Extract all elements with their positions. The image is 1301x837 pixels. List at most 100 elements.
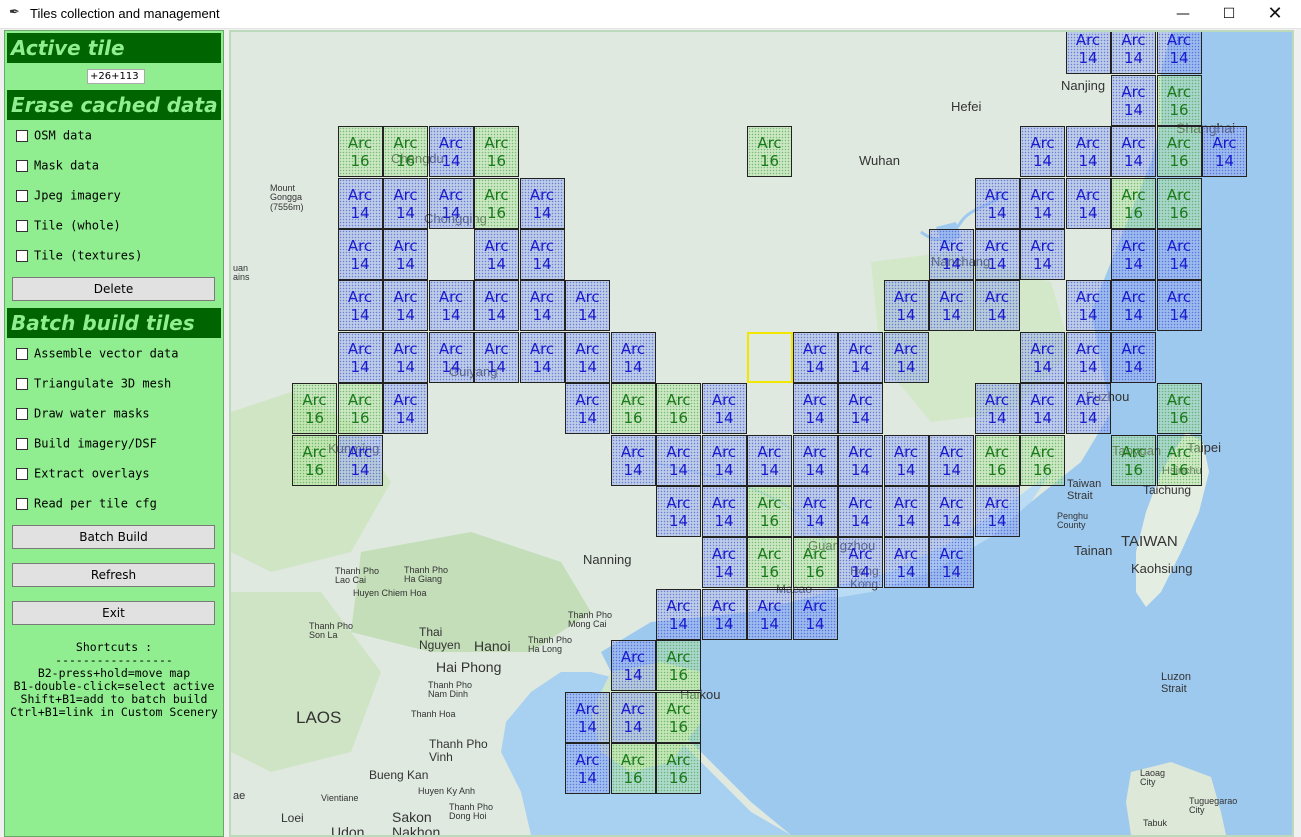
exit-button[interactable]: Exit [12,601,215,625]
map-tile-zl14[interactable]: Arc 14 [519,229,565,280]
map-tile-zl16[interactable]: Arc 16 [337,383,383,435]
checkbox-icon[interactable] [16,377,28,390]
map-tile-zl14[interactable]: Arc 14 [383,280,428,332]
map-tile-zl14[interactable]: Arc 14 [1111,32,1156,75]
map-tile-zl16[interactable]: Arc 16 [474,126,519,178]
map-tile-zl14[interactable]: Arc 14 [929,280,974,332]
checkbox-icon[interactable] [16,497,28,510]
map-tile-zl14[interactable]: Arc 14 [1020,331,1065,383]
map-tile-zl14[interactable]: Arc 14 [474,331,519,383]
checkbox-icon[interactable] [16,129,28,142]
map-tile-zl14[interactable]: Arc 14 [974,280,1020,332]
map-tile-zl14[interactable]: Arc 14 [838,486,883,537]
delete-button[interactable]: Delete [12,277,215,301]
checkbox-icon[interactable] [16,159,28,172]
map-tile-zl14[interactable]: Arc 14 [428,126,474,178]
map-tile-zl14[interactable]: Arc 14 [883,537,929,589]
map-tile-zl14[interactable]: Arc 14 [337,331,383,383]
map-tile-zl16[interactable]: Arc 16 [1156,383,1202,435]
map-tile-zl14[interactable]: Arc 14 [792,588,838,640]
map-tile-zl14[interactable]: Arc 14 [474,280,519,332]
map-tile-zl16[interactable]: Arc 16 [292,383,337,435]
map-tile-zl16[interactable]: Arc 16 [1156,434,1202,486]
map-tile-zl16[interactable]: Arc 16 [656,640,701,692]
map-tile-zl14[interactable]: Arc 14 [747,588,792,640]
map-tile-zl14[interactable]: Arc 14 [337,280,383,332]
map-tile-zl14[interactable]: Arc 14 [519,177,565,229]
map-tile-zl14[interactable]: Arc 14 [701,588,747,640]
map-tile-zl14[interactable]: Arc 14 [1111,126,1156,178]
checkbox-icon[interactable] [16,219,28,232]
erase-tile-textures-checkbox[interactable]: Tile (textures) [16,248,142,264]
map-tile-zl14[interactable]: Arc 14 [610,331,656,383]
checkbox-icon[interactable] [16,347,28,360]
map-tile-zl14[interactable]: Arc 14 [337,434,383,486]
map-tile-zl14[interactable]: Arc 14 [474,229,519,280]
map-tile-zl14[interactable]: Arc 14 [883,434,929,486]
map-tile-zl16[interactable]: Arc 16 [1156,126,1202,178]
map-tile-zl16[interactable]: Arc 16 [656,383,701,435]
map-tile-zl14[interactable]: Arc 14 [838,331,883,383]
checkbox-icon[interactable] [16,249,28,262]
map-tile-zl14[interactable]: Arc 14 [974,383,1020,435]
map-tile-zl14[interactable]: Arc 14 [974,177,1020,229]
map-tile-zl14[interactable]: Arc 14 [701,383,747,435]
map-tile-zl14[interactable]: Arc 14 [792,331,838,383]
map-tile-zl14[interactable]: Arc 14 [1065,32,1111,75]
map-tile-zl16[interactable]: Arc 16 [974,434,1020,486]
map-tile-zl14[interactable]: Arc 14 [974,486,1020,537]
map-tile-zl16[interactable]: Arc 16 [1156,177,1202,229]
close-button[interactable]: ✕ [1252,0,1298,28]
map-tile-zl14[interactable]: Arc 14 [701,486,747,537]
map-tile-zl14[interactable]: Arc 14 [792,383,838,435]
map-tile-zl14[interactable]: Arc 14 [610,434,656,486]
map-tile-zl14[interactable]: Arc 14 [701,537,747,589]
map-tile-zl14[interactable]: Arc 14 [1111,280,1156,332]
map-tile-zl14[interactable]: Arc 14 [1020,229,1065,280]
erase-jpeg-checkbox[interactable]: Jpeg imagery [16,188,121,204]
map-tile-zl14[interactable]: Arc 14 [1202,126,1247,178]
map-tile-zl14[interactable]: Arc 14 [383,229,428,280]
map-tile-zl14[interactable]: Arc 14 [838,537,883,589]
map-tile-zl14[interactable]: Arc 14 [1156,32,1202,75]
map-tile-zl16[interactable]: Arc 16 [1020,434,1065,486]
map-tile-zl16[interactable]: Arc 16 [747,537,792,589]
map-tile-zl14[interactable]: Arc 14 [565,331,610,383]
checkbox-icon[interactable] [16,437,28,450]
map-tile-zl14[interactable]: Arc 14 [929,537,974,589]
draw-water-masks-checkbox[interactable]: Draw water masks [16,406,150,422]
map-tile-zl16[interactable]: Arc 16 [1111,177,1156,229]
map-tile-zl14[interactable]: Arc 14 [656,434,701,486]
map-tile-zl14[interactable]: Arc 14 [1020,383,1065,435]
map-tile-zl16[interactable]: Arc 16 [1111,434,1156,486]
map-tile-zl14[interactable]: Arc 14 [383,383,428,435]
map-tile-zl14[interactable]: Arc 14 [656,588,701,640]
map-tile-zl14[interactable]: Arc 14 [383,331,428,383]
map-tile-zl14[interactable]: Arc 14 [565,280,610,332]
tile-map[interactable]: HefeiNanjingShanghaiWuhanChengduChongqin… [229,30,1294,837]
map-tile-zl14[interactable]: Arc 14 [838,434,883,486]
map-tile-zl14[interactable]: Arc 14 [428,331,474,383]
erase-tile-whole-checkbox[interactable]: Tile (whole) [16,218,121,234]
map-tile-zl14[interactable]: Arc 14 [565,691,610,743]
map-tile-zl14[interactable]: Arc 14 [974,229,1020,280]
map-tile-zl14[interactable]: Arc 14 [1065,280,1111,332]
map-tile-zl14[interactable]: Arc 14 [1156,229,1202,280]
map-tile-zl14[interactable]: Arc 14 [1065,331,1111,383]
map-tile-zl14[interactable]: Arc 14 [565,383,610,435]
refresh-button[interactable]: Refresh [12,563,215,587]
map-tile-zl16[interactable]: Arc 16 [292,434,337,486]
map-tile-zl14[interactable]: Arc 14 [1020,126,1065,178]
map-tile-zl14[interactable]: Arc 14 [1065,383,1111,435]
map-tile-zl16[interactable]: Arc 16 [1156,74,1202,126]
map-tile-zl14[interactable]: Arc 14 [337,177,383,229]
map-tile-zl14[interactable]: Arc 14 [792,486,838,537]
map-tile-zl14[interactable]: Arc 14 [747,434,792,486]
map-tile-zl14[interactable]: Arc 14 [428,177,474,229]
map-tile-zl16[interactable]: Arc 16 [337,126,383,178]
extract-overlays-checkbox[interactable]: Extract overlays [16,466,150,482]
map-tile-zl14[interactable]: Arc 14 [1156,280,1202,332]
map-tile-zl14[interactable]: Arc 14 [883,331,929,383]
map-tile-zl14[interactable]: Arc 14 [929,434,974,486]
map-tile-zl14[interactable]: Arc 14 [1111,331,1156,383]
